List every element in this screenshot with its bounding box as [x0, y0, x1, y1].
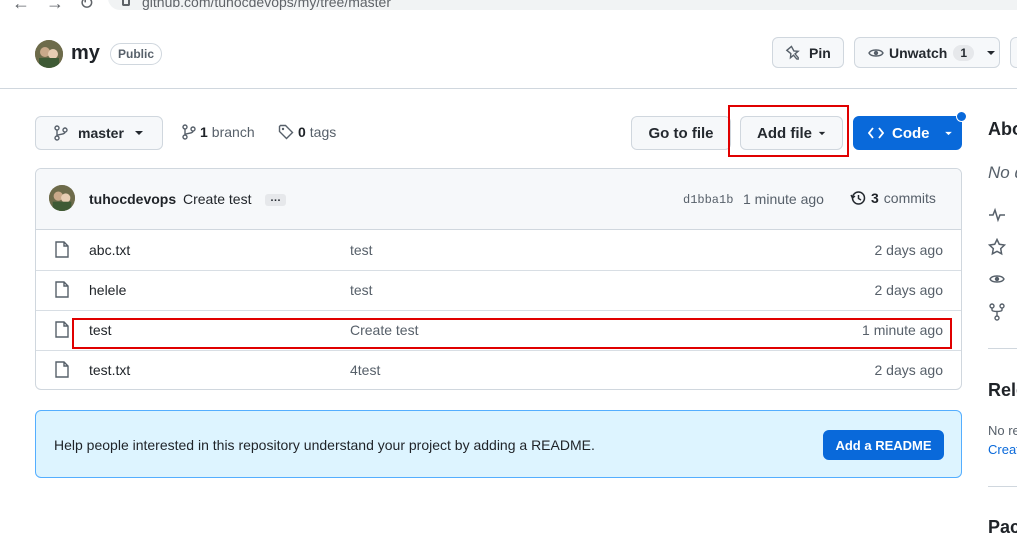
branches-link[interactable]: 1 branch — [182, 124, 255, 140]
url-text[interactable]: github.com/tuhocdevops/my/tree/master — [142, 0, 391, 10]
pin-icon — [785, 44, 801, 61]
releases-empty-text: No re — [988, 423, 1017, 438]
branch-icon — [54, 125, 68, 141]
forward-icon[interactable]: → — [46, 0, 64, 12]
fork-icon[interactable] — [989, 303, 1005, 321]
branch-count: 1 — [200, 124, 208, 140]
branch-select-button[interactable]: master — [35, 116, 163, 150]
file-age: 2 days ago — [874, 362, 944, 378]
star-icon[interactable] — [988, 238, 1006, 256]
add-readme-button[interactable]: Add a README — [823, 430, 944, 460]
releases-heading[interactable]: Rele — [988, 380, 1017, 401]
activity-icon[interactable] — [988, 207, 1006, 223]
file-icon — [55, 361, 69, 378]
chevron-down-icon — [944, 131, 953, 136]
commit-author-avatar[interactable] — [49, 185, 75, 211]
eye-icon[interactable] — [988, 271, 1006, 287]
commit-sha[interactable]: d1bba1b — [683, 193, 733, 207]
chevron-down-icon — [818, 131, 826, 136]
commit-author[interactable]: tuhocdevops — [89, 191, 176, 207]
reload-icon[interactable]: ↻ — [79, 0, 94, 12]
about-description: No d — [988, 163, 1017, 182]
fork-button[interactable] — [1010, 37, 1017, 68]
file-age: 2 days ago — [874, 282, 944, 298]
tag-icon — [278, 124, 294, 140]
add-readme-label: Add a README — [835, 437, 932, 453]
readme-prompt-text: Help people interested in this repositor… — [54, 437, 595, 453]
owner-avatar[interactable] — [35, 40, 63, 68]
branch-label: branch — [211, 124, 255, 140]
file-icon — [55, 321, 69, 338]
visibility-badge: Public — [110, 43, 163, 65]
packages-heading[interactable]: Pac — [988, 517, 1017, 538]
file-row[interactable]: helele test 2 days ago — [36, 270, 961, 311]
tags-link[interactable]: 0 tags — [278, 124, 336, 140]
sidebar-divider — [988, 486, 1017, 487]
commits-link[interactable]: 3 commits — [850, 190, 936, 206]
code-button[interactable]: Code — [853, 116, 962, 150]
unwatch-label: Unwatch — [889, 44, 948, 61]
about-heading: Abo — [988, 119, 1017, 139]
file-age: 2 days ago — [874, 242, 944, 258]
branch-icon — [182, 124, 196, 140]
unwatch-button[interactable]: Unwatch 1 — [854, 37, 1000, 68]
file-row[interactable]: test.txt 4test 2 days ago — [36, 350, 961, 389]
history-icon — [850, 190, 866, 206]
back-icon[interactable]: ← — [12, 0, 30, 12]
go-to-file-label: Go to file — [648, 124, 714, 142]
create-release-link[interactable]: Creat — [988, 442, 1017, 457]
pin-button[interactable]: Pin — [772, 37, 844, 68]
commit-count: 3 — [871, 190, 879, 206]
repo-name[interactable]: my — [71, 42, 100, 65]
chevron-down-icon — [986, 50, 996, 56]
file-commit-message[interactable]: test — [350, 282, 373, 298]
commit-message[interactable]: Create test — [183, 191, 251, 207]
file-name[interactable]: abc.txt — [89, 242, 130, 258]
chevron-down-icon — [134, 130, 144, 136]
commit-time: 1 minute ago — [743, 191, 824, 207]
notification-dot — [956, 111, 967, 122]
file-commit-message[interactable]: 4test — [350, 362, 380, 378]
branch-name: master — [78, 125, 124, 141]
eye-icon — [868, 45, 884, 61]
latest-commit-bar: tuhocdevops Create test … d1bba1b 1 minu… — [36, 169, 961, 230]
file-name[interactable]: test.txt — [89, 362, 130, 378]
add-file-label: Add file — [757, 124, 812, 142]
file-icon — [55, 241, 69, 258]
sidebar-divider — [988, 348, 1017, 349]
watch-count: 1 — [953, 44, 975, 61]
file-row[interactable]: abc.txt test 2 days ago — [36, 230, 961, 271]
add-file-button[interactable]: Add file — [740, 116, 843, 150]
file-name[interactable]: helele — [89, 282, 126, 298]
file-list: tuhocdevops Create test … d1bba1b 1 minu… — [35, 168, 962, 390]
commit-expand-button[interactable]: … — [265, 193, 286, 206]
file-commit-message[interactable]: test — [350, 242, 373, 258]
file-icon — [55, 281, 69, 298]
tag-label: tags — [309, 124, 337, 140]
code-label: Code — [892, 124, 930, 142]
commit-label: commits — [883, 190, 936, 206]
pin-label: Pin — [809, 44, 831, 61]
go-to-file-button[interactable]: Go to file — [631, 116, 731, 150]
tag-count: 0 — [298, 124, 306, 140]
readme-prompt: Help people interested in this repositor… — [35, 410, 962, 478]
code-icon — [868, 127, 884, 139]
lock-icon — [122, 0, 130, 6]
test-row-highlight — [72, 318, 952, 349]
